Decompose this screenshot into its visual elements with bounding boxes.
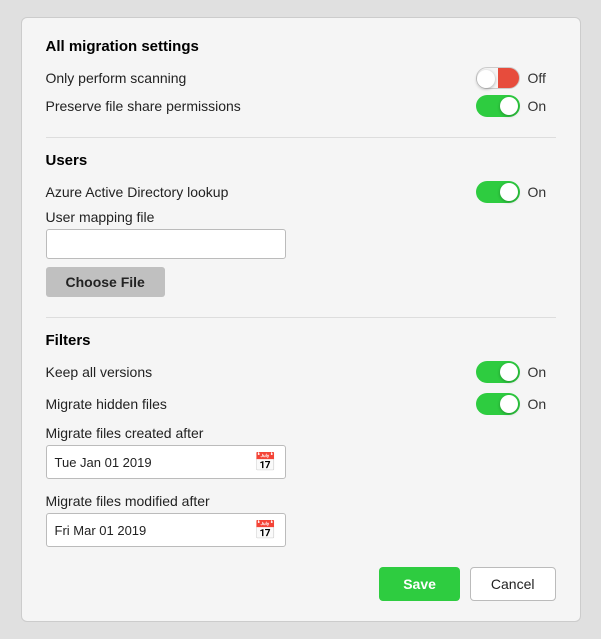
created-after-section: Migrate files created after Tue Jan 01 2…	[46, 425, 556, 479]
migrate-hidden-files-label: Migrate hidden files	[46, 396, 167, 412]
modified-after-section: Migrate files modified after Fri Mar 01 …	[46, 493, 556, 547]
migrate-hidden-files-row: Migrate hidden files On	[46, 393, 556, 415]
created-after-label: Migrate files created after	[46, 425, 556, 441]
only-perform-scanning-label: Only perform scanning	[46, 70, 187, 86]
migration-section-title: All migration settings	[46, 38, 556, 55]
keep-all-versions-toggle-container: On	[476, 361, 556, 383]
preserve-permissions-row: Preserve file share permissions On	[46, 95, 556, 117]
migration-settings-dialog: All migration settings Only perform scan…	[21, 17, 581, 622]
aad-lookup-status: On	[528, 184, 552, 200]
aad-lookup-toggle-container: On	[476, 181, 556, 203]
migration-section: All migration settings Only perform scan…	[46, 38, 556, 117]
section-divider-1	[46, 137, 556, 138]
save-button[interactable]: Save	[379, 567, 460, 601]
user-mapping-input[interactable]	[46, 229, 286, 259]
filters-section: Filters Keep all versions On Migrate hid…	[46, 332, 556, 547]
preserve-permissions-toggle-container: On	[476, 95, 556, 117]
modified-after-date-value: Fri Mar 01 2019	[55, 523, 147, 538]
toggle-knob	[500, 97, 518, 115]
only-perform-scanning-toggle[interactable]	[476, 67, 520, 89]
calendar-icon-modified[interactable]: 📅	[254, 520, 276, 541]
user-mapping-label: User mapping file	[46, 209, 556, 225]
only-perform-scanning-row: Only perform scanning Off	[46, 67, 556, 89]
section-divider-2	[46, 317, 556, 318]
toggle-knob	[500, 183, 518, 201]
calendar-icon-created[interactable]: 📅	[254, 452, 276, 473]
aad-lookup-label: Azure Active Directory lookup	[46, 184, 229, 200]
keep-all-versions-toggle[interactable]	[476, 361, 520, 383]
cancel-button[interactable]: Cancel	[470, 567, 556, 601]
only-perform-scanning-status: Off	[528, 70, 552, 86]
keep-all-versions-label: Keep all versions	[46, 364, 153, 380]
toggle-knob	[477, 70, 495, 88]
toggle-knob	[500, 363, 518, 381]
created-after-date-field[interactable]: Tue Jan 01 2019 📅	[46, 445, 286, 479]
choose-file-button[interactable]: Choose File	[46, 267, 165, 297]
users-section: Users Azure Active Directory lookup On U…	[46, 152, 556, 297]
preserve-permissions-status: On	[528, 98, 552, 114]
migrate-hidden-files-toggle[interactable]	[476, 393, 520, 415]
migrate-hidden-files-toggle-container: On	[476, 393, 556, 415]
preserve-permissions-label: Preserve file share permissions	[46, 98, 241, 114]
modified-after-date-field[interactable]: Fri Mar 01 2019 📅	[46, 513, 286, 547]
keep-all-versions-row: Keep all versions On	[46, 361, 556, 383]
created-after-date-value: Tue Jan 01 2019	[55, 455, 152, 470]
preserve-permissions-toggle[interactable]	[476, 95, 520, 117]
dialog-footer: Save Cancel	[46, 567, 556, 601]
user-mapping-section: User mapping file Choose File	[46, 209, 556, 297]
filters-section-title: Filters	[46, 332, 556, 349]
keep-all-versions-status: On	[528, 364, 552, 380]
aad-lookup-row: Azure Active Directory lookup On	[46, 181, 556, 203]
aad-lookup-toggle[interactable]	[476, 181, 520, 203]
modified-after-label: Migrate files modified after	[46, 493, 556, 509]
only-perform-scanning-toggle-container: Off	[476, 67, 556, 89]
toggle-knob	[500, 395, 518, 413]
migrate-hidden-files-status: On	[528, 396, 552, 412]
users-section-title: Users	[46, 152, 556, 169]
